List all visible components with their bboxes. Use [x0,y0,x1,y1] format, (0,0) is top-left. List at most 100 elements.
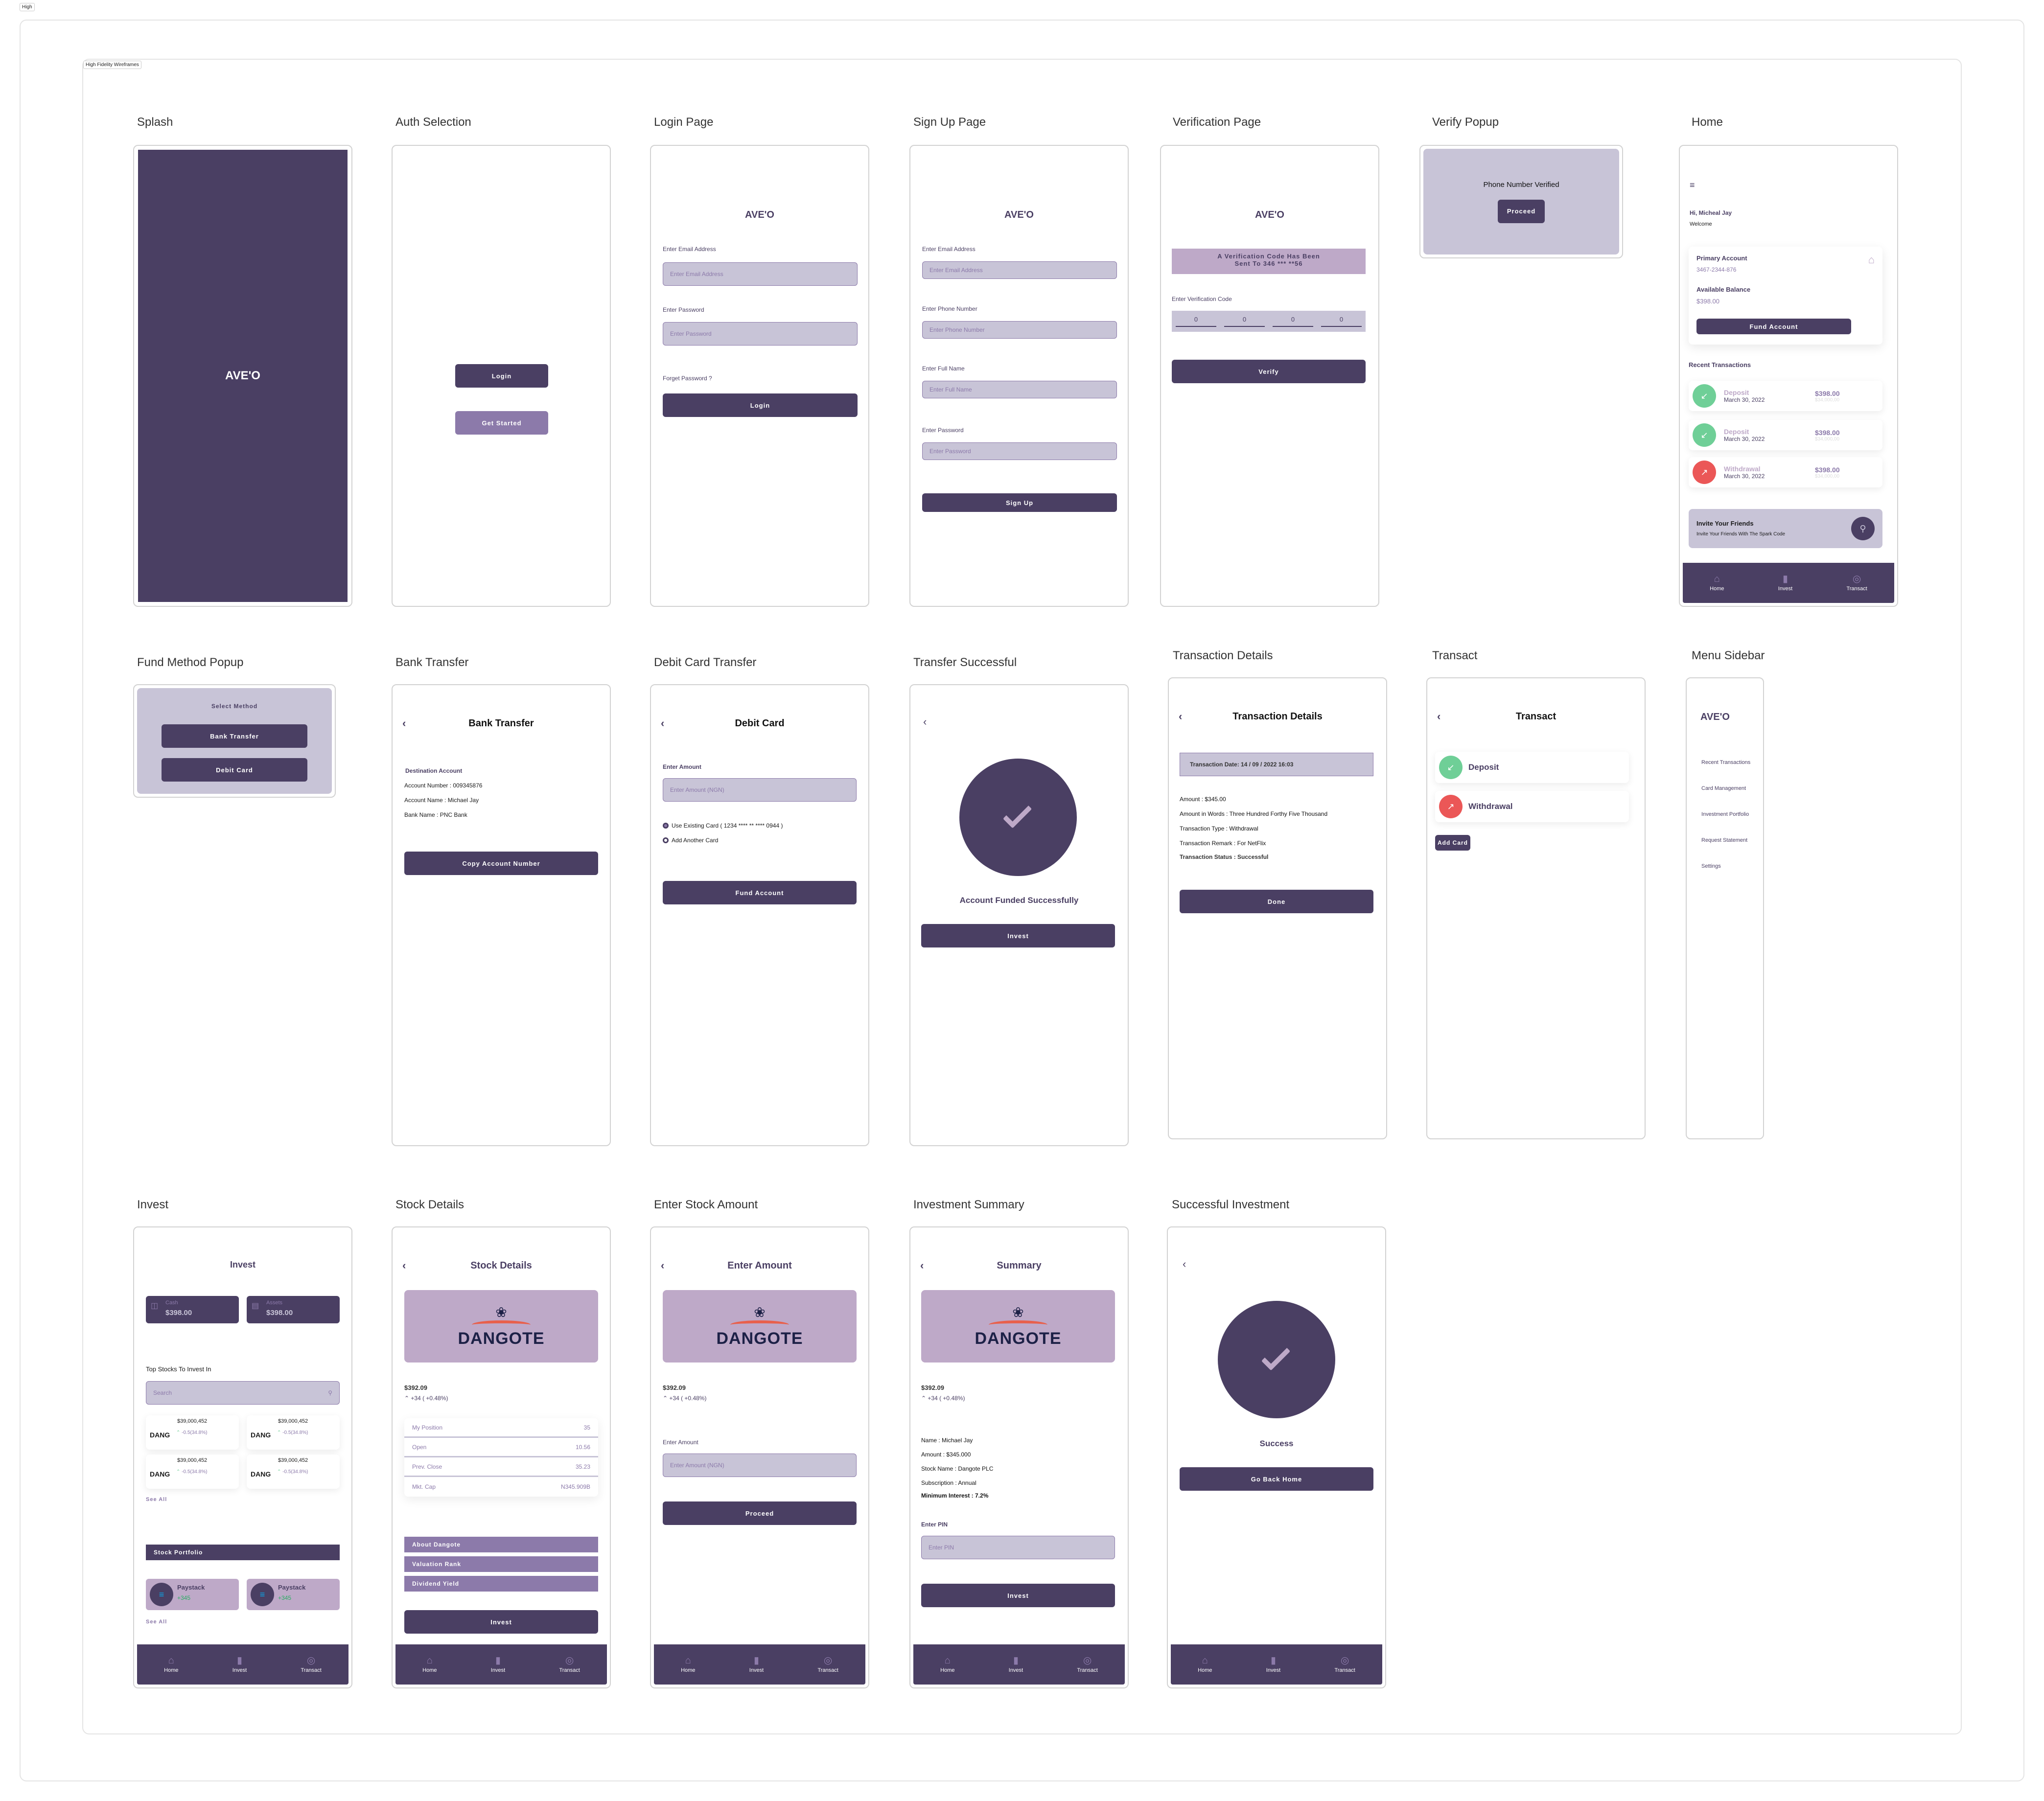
code-digit-2[interactable]: 0 [1224,316,1265,327]
menu-item-investment-portfolio[interactable]: Investment Portfolio [1701,802,1750,828]
deposit-arrow-icon: ↙ [1693,384,1716,408]
valuation-rank-section[interactable]: Valuation Rank [404,1556,598,1572]
transaction-row[interactable]: ↙ Deposit March 30, 2022 $398.00 $34,000,0… [1689,381,1882,411]
nav-home[interactable]: ⌂ Home [1198,1656,1212,1673]
menu-item-request-statement[interactable]: Request Statement [1701,828,1750,854]
existing-card-radio[interactable]: Use Existing Card ( 1234 **** ** **** 09… [663,822,783,829]
dangote-logo: ❀ DANGOTE [404,1290,598,1362]
account-name: Account Name : Michael Jay [404,797,479,804]
dividend-yield-section[interactable]: Dividend Yield [404,1576,598,1592]
nav-transact[interactable]: ◎ Transact [559,1656,580,1673]
invite-banner[interactable]: Invite Your Friends Invite Your Friends … [1689,509,1882,548]
back-chevron-icon[interactable]: ‹ [661,1259,664,1272]
header: ‹ Transaction Details [1169,707,1386,726]
success-message: Account Funded Successfully [959,896,1079,905]
amount-input[interactable]: Enter Amount (NGN) [663,1454,857,1477]
nav-invest[interactable]: ▮ Invest [749,1656,764,1673]
deposit-option[interactable]: ↙ Deposit [1435,752,1629,783]
success-check-icon [959,759,1077,876]
email-input[interactable]: Enter Email Address [663,262,858,286]
login-button[interactable]: Login [455,364,548,388]
withdrawal-option[interactable]: ↗ Withdrawal [1435,791,1629,822]
nav-home[interactable]: ⌂ Home [164,1656,178,1673]
code-digit-1[interactable]: 0 [1176,316,1216,327]
see-all-stocks-link[interactable]: See All [146,1497,167,1502]
bar-chart-icon: ▮ [236,1655,242,1666]
nav-invest[interactable]: ▮ Invest [1778,574,1792,592]
invest-button[interactable]: Invest [404,1610,598,1634]
fund-account-button[interactable]: Fund Account [1696,319,1851,334]
add-card-radio[interactable]: Add Another Card [663,837,718,844]
verify-button[interactable]: Verify [1172,360,1366,383]
full-name-input[interactable]: Enter Full Name [922,381,1117,398]
hamburger-menu-icon[interactable]: ≡ [1690,180,1695,190]
email-input[interactable]: Enter Email Address [922,261,1117,279]
nav-invest[interactable]: ▮ Invest [1009,1656,1023,1673]
phone-input[interactable]: Enter Phone Number [922,321,1117,339]
menu-item-card-management[interactable]: Card Management [1701,776,1750,802]
nav-home[interactable]: ⌂ Home [1710,574,1724,592]
forgot-password-link[interactable]: Forget Password ? [663,375,712,382]
portfolio-card[interactable]: ≡ Paystack +345 [146,1579,239,1610]
nav-transact[interactable]: ◎ Transact [301,1656,321,1673]
frame-label-verify-popup: Verify Popup [1432,115,1499,129]
nav-transact[interactable]: ◎ Transact [1334,1656,1355,1673]
frame-label-menu: Menu Sidebar [1692,649,1765,662]
nav-invest[interactable]: ▮ Invest [491,1656,505,1673]
proceed-button[interactable]: Proceed [1498,199,1545,223]
menu-item-recent-transactions[interactable]: Recent Transactions [1701,750,1750,776]
back-chevron-icon[interactable]: ‹ [402,1259,406,1272]
code-digit-4[interactable]: 0 [1321,316,1362,327]
stock-card[interactable]: $39,000,452 DANG ⌃ -0.5(34.8%) [247,1415,340,1450]
pin-input[interactable]: Enter PIN [921,1536,1115,1559]
go-back-home-button[interactable]: Go Back Home [1180,1467,1373,1491]
invest-button[interactable]: Invest [921,924,1115,947]
nav-transact[interactable]: ◎ Transact [817,1656,838,1673]
back-chevron-icon[interactable]: ‹ [1183,1258,1186,1270]
bank-icon: ⌂ [1868,254,1875,266]
about-dangote-section[interactable]: About Dangote [404,1537,598,1552]
nav-home[interactable]: ⌂ Home [940,1656,954,1673]
full-name-label: Enter Full Name [922,365,965,372]
transaction-row[interactable]: ↙ Deposit March 30, 2022 $398.00 $34,000,0… [1689,420,1882,450]
nav-home[interactable]: ⌂ Home [422,1656,437,1673]
add-card-button[interactable]: Add Card [1435,835,1470,851]
password-input[interactable]: Enter Password [663,322,858,346]
see-all-portfolio-link[interactable]: See All [146,1619,167,1625]
transaction-row[interactable]: ↗ Withdrawal March 30, 2022 $398.00 $34,00… [1689,457,1882,487]
nav-transact[interactable]: ◎ Transact [1077,1656,1097,1673]
logo: AVE'O [1700,712,1730,722]
stock-grid: $39,000,452 DANG ⌃ -0.5(34.8%) $39,000,452… [146,1415,340,1489]
nav-invest[interactable]: ▮ Invest [1266,1656,1280,1673]
nav-invest[interactable]: ▮ Invest [232,1656,247,1673]
invest-button[interactable]: Invest [921,1584,1115,1607]
get-started-button[interactable]: Get Started [455,411,548,435]
stock-card[interactable]: $39,000,452 DANG ⌃ -0.5(34.8%) [247,1455,340,1489]
menu-item-settings[interactable]: Settings [1701,854,1750,879]
bank-transfer-button[interactable]: Bank Transfer [162,724,307,748]
stock-price: $392.09 [404,1384,427,1391]
code-digit-3[interactable]: 0 [1273,316,1313,327]
login-submit-button[interactable]: Login [663,393,858,417]
stock-card[interactable]: $39,000,452 DANG ⌃ -0.5(34.8%) [146,1415,239,1450]
search-input[interactable]: Search ⚲ [146,1381,340,1405]
debit-card-button[interactable]: Debit Card [162,758,307,782]
portfolio-card[interactable]: ≡ Paystack +345 [247,1579,340,1610]
copy-account-number-button[interactable]: Copy Account Number [404,852,598,875]
done-button[interactable]: Done [1180,890,1373,913]
stock-card[interactable]: $39,000,452 DANG ⌃ -0.5(34.8%) [146,1455,239,1489]
nav-transact[interactable]: ◎ Transact [1846,574,1867,592]
fund-account-button[interactable]: Fund Account [663,881,857,904]
back-chevron-icon[interactable]: ‹ [1179,710,1182,723]
back-chevron-icon[interactable]: ‹ [661,717,664,730]
back-chevron-icon[interactable]: ‹ [920,1259,924,1272]
signup-button[interactable]: Sign Up [922,493,1117,512]
amount-input[interactable]: Enter Amount (NGN) [663,778,857,802]
back-chevron-icon[interactable]: ‹ [1437,710,1440,723]
password-input[interactable]: Enter Password [922,442,1117,460]
back-chevron-icon[interactable]: ‹ [402,717,406,730]
back-chevron-icon[interactable]: ‹ [923,716,927,728]
proceed-button[interactable]: Proceed [663,1501,857,1525]
nav-home[interactable]: ⌂ Home [681,1656,695,1673]
success-check-icon [1218,1301,1335,1418]
